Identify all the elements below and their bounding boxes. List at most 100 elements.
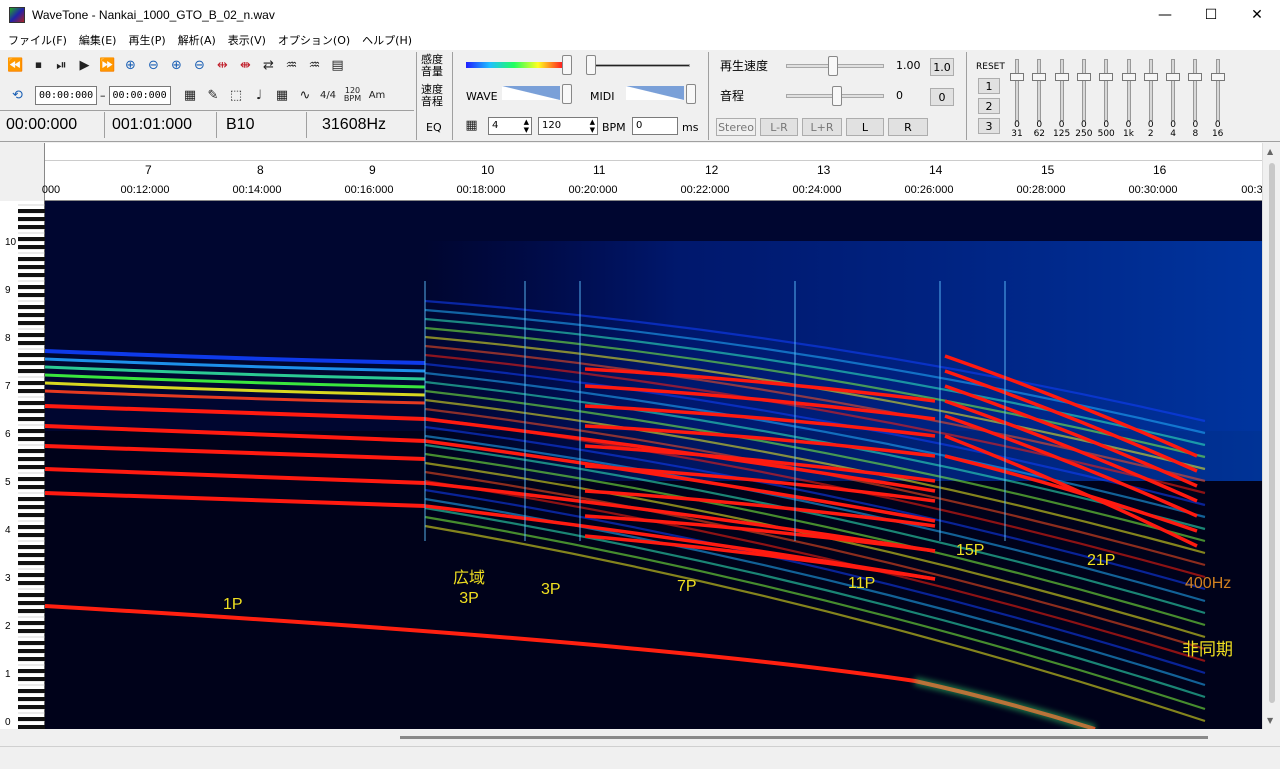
bpm-field[interactable]: 120 ▲ ▼ [538, 117, 598, 135]
zoom-out-v-icon[interactable]: ⊖ [188, 54, 211, 76]
eq-preset-1[interactable]: 1 [978, 78, 1000, 94]
pause-play-icon[interactable]: ⏯ [50, 54, 73, 76]
zoom-out-h-icon[interactable]: ⊖ [142, 54, 165, 76]
eq-track[interactable] [1171, 59, 1176, 121]
loop-icon[interactable]: ⟲ [6, 84, 29, 106]
swap-icon[interactable]: ⇄ [257, 54, 280, 76]
eq-track[interactable] [1215, 59, 1220, 121]
horizontal-scrollbar[interactable] [0, 729, 1262, 746]
eq-band-31[interactable]: 0 31 [1008, 57, 1026, 139]
eq-thumb[interactable] [1010, 73, 1024, 81]
menu-edit[interactable]: 編集(E) [73, 32, 123, 48]
eq-band-250[interactable]: 0 250 [1075, 57, 1093, 139]
eq-track[interactable] [1104, 59, 1109, 121]
loop-start-field[interactable]: 00:00:000 [35, 85, 97, 105]
minimize-button[interactable]: — [1142, 0, 1188, 30]
channel-l-minus-r-button[interactable]: L-R [760, 118, 798, 136]
eq-track[interactable] [1037, 59, 1042, 121]
eq-track[interactable] [1059, 59, 1064, 121]
book-icon[interactable]: ▤ [326, 54, 349, 76]
menu-help[interactable]: ヘルプ(H) [356, 32, 418, 48]
eq-track[interactable] [1193, 59, 1198, 121]
channel-l-plus-r-button[interactable]: L+R [802, 118, 842, 136]
menu-analyze[interactable]: 解析(A) [172, 32, 222, 48]
play-icon[interactable]: ▶ [73, 54, 96, 76]
maximize-button[interactable]: ☐ [1188, 0, 1234, 30]
wave-label: WAVE [466, 90, 498, 103]
wave-icon[interactable]: ♒ [280, 54, 303, 76]
ms-field[interactable]: 0 [632, 117, 678, 135]
zoom-in-h-icon[interactable]: ⊕ [119, 54, 142, 76]
menu-options[interactable]: オプション(O) [272, 32, 356, 48]
loop-end-field[interactable]: 00:00:000 [108, 85, 171, 105]
eq-band-500[interactable]: 0 500 [1097, 57, 1115, 139]
beats-field[interactable]: 4 ▲ ▼ [488, 117, 532, 135]
speed-reset-button[interactable]: 1.0 [930, 58, 954, 76]
shrink-icon[interactable]: ⇼ [234, 54, 257, 76]
menu-view[interactable]: 表示(V) [222, 32, 272, 48]
grid-icon[interactable]: ▦ [271, 84, 294, 106]
time-signature-icon[interactable]: 4/4 [317, 84, 340, 106]
stop-icon[interactable]: ⏹ [27, 54, 50, 76]
eq-band-8[interactable]: 08 [1186, 57, 1204, 139]
eq-band-1k[interactable]: 0 1k [1120, 57, 1138, 139]
volume-thumb[interactable] [586, 55, 596, 75]
eq-thumb[interactable] [1166, 73, 1181, 81]
eq-thumb[interactable] [1032, 73, 1047, 81]
volume-track[interactable] [590, 64, 690, 67]
tempo-icon[interactable]: 120 BPM [340, 84, 366, 106]
black-key [18, 601, 45, 605]
eq-band-125[interactable]: 0 125 [1053, 57, 1071, 139]
speed-thumb[interactable] [828, 56, 838, 76]
layout-icon[interactable]: ▦ [179, 84, 202, 106]
curve-icon[interactable]: ∿ [294, 84, 317, 106]
eq-band-62[interactable]: 0 62 [1030, 57, 1048, 139]
eq-track[interactable] [1148, 59, 1153, 121]
piano-keyboard[interactable]: 10 9 8 7 6 5 4 3 2 1 0 [0, 201, 45, 729]
eq-track[interactable] [1015, 59, 1019, 121]
midi-thumb[interactable] [686, 84, 696, 104]
scroll-down-icon[interactable]: ▼ [1267, 716, 1273, 725]
eq-thumb[interactable] [1188, 73, 1203, 81]
pitch-reset-button[interactable]: 0 [930, 88, 954, 106]
pencil-icon[interactable]: ✎ [202, 84, 225, 106]
eq-thumb[interactable] [1076, 73, 1091, 81]
menu-play[interactable]: 再生(P) [122, 32, 171, 48]
horizontal-scroll-thumb[interactable] [400, 736, 1208, 739]
zoom-in-v-icon[interactable]: ⊕ [165, 54, 188, 76]
expand-icon[interactable]: ⇹ [211, 54, 234, 76]
wave-thumb[interactable] [562, 84, 572, 104]
chord-icon[interactable]: Am [366, 84, 389, 106]
eq-band-2[interactable]: 02 [1142, 57, 1160, 139]
octave-label: 0 [5, 717, 11, 728]
channel-r-button[interactable]: R [888, 118, 928, 136]
channel-l-button[interactable]: L [846, 118, 884, 136]
note-icon[interactable]: ♩ [248, 84, 271, 106]
spectrogram[interactable]: 1P 広域 3P 3P 7P 11P 15P 21P 400Hz 非同期 [45, 201, 1262, 729]
menu-file[interactable]: ファイル(F) [2, 32, 73, 48]
rewind-icon[interactable]: ⏪ [4, 54, 27, 76]
vertical-scrollbar[interactable]: ▲ ▼ [1262, 143, 1280, 729]
scroll-up-icon[interactable]: ▲ [1267, 147, 1273, 156]
fast-forward-icon[interactable]: ⏩ [96, 54, 119, 76]
wave2-icon[interactable]: ♒ [303, 54, 326, 76]
eq-thumb[interactable] [1054, 73, 1069, 81]
eq-track[interactable] [1081, 59, 1086, 121]
eq-band-4[interactable]: 04 [1164, 57, 1182, 139]
eq-band-16[interactable]: 0 16 [1209, 57, 1227, 139]
eq-thumb[interactable] [1121, 73, 1136, 81]
vertical-scroll-thumb[interactable] [1269, 163, 1275, 703]
time-ruler[interactable]: 7 8 9 10 11 12 13 14 15 16 000 00:12:000 00:14:000 0… [0, 143, 1263, 201]
eq-thumb[interactable] [1099, 73, 1114, 81]
eq-preset-2[interactable]: 2 [978, 98, 1000, 114]
pitch-thumb[interactable] [832, 86, 842, 106]
eq-track[interactable] [1126, 59, 1131, 121]
eq-thumb[interactable] [1210, 73, 1225, 81]
volume-label: 音量 [421, 65, 443, 78]
select-icon[interactable]: ⬚ [225, 84, 248, 106]
eq-preset-3[interactable]: 3 [978, 118, 1000, 134]
eq-thumb[interactable] [1143, 73, 1158, 81]
close-button[interactable]: ✕ [1234, 0, 1280, 30]
color-scale-thumb[interactable] [562, 55, 572, 75]
eq-reset-button[interactable]: RESET [976, 61, 1005, 73]
